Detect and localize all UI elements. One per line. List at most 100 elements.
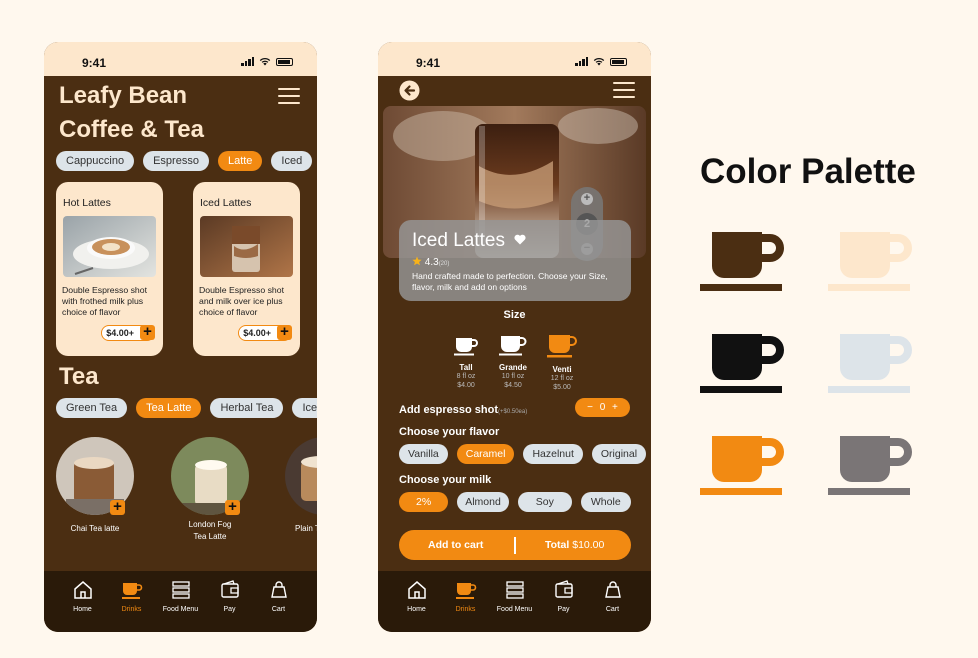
add-to-cart-button[interactable]: Add to cart Total $10.00 bbox=[399, 530, 631, 560]
flavor-hazelnut[interactable]: Hazelnut bbox=[523, 444, 583, 464]
tab-food-menu[interactable]: Food Menu bbox=[493, 579, 537, 632]
button-divider bbox=[514, 537, 516, 554]
wallet-icon bbox=[554, 580, 573, 598]
app-title-line1: Leafy Bean bbox=[59, 82, 188, 109]
add-plus-icon[interactable]: + bbox=[140, 324, 155, 340]
product-description: Hand crafted made to perfection. Choose … bbox=[412, 271, 608, 292]
chip-iced[interactable]: Iced bbox=[271, 151, 313, 171]
flavor-original[interactable]: Original bbox=[591, 444, 647, 464]
palette-swatch-black bbox=[700, 334, 784, 393]
cup-icon bbox=[547, 335, 577, 358]
tea-name: Chai Tea latte bbox=[70, 524, 120, 533]
tab-label: Drinks bbox=[121, 606, 142, 613]
phone-menu-screen: 9:41 Leafy Bean Coffee & Tea Cappuccino … bbox=[44, 42, 317, 632]
palette-swatch-cream bbox=[828, 232, 912, 291]
bag-icon bbox=[270, 581, 287, 598]
palette-swatch-gray bbox=[828, 436, 912, 495]
status-time: 9:41 bbox=[416, 56, 441, 70]
signal-icon bbox=[575, 57, 588, 66]
chip-espresso[interactable]: Espresso bbox=[143, 151, 209, 171]
total-value: $10.00 bbox=[572, 539, 605, 551]
battery-icon bbox=[276, 57, 293, 66]
menu-icon[interactable] bbox=[278, 88, 300, 105]
espresso-label-text: Add espresso shot bbox=[399, 404, 499, 416]
product-title: Iced Lattes bbox=[412, 230, 526, 252]
iced-latte-image bbox=[200, 216, 293, 277]
tab-label: Drinks bbox=[455, 606, 476, 613]
chip-iced-tea[interactable]: Iced bbox=[292, 398, 317, 418]
price-tag[interactable]: $4.00+ + bbox=[101, 324, 155, 341]
tab-cart[interactable]: Cart bbox=[591, 579, 635, 632]
espresso-stepper[interactable]: − 0 + bbox=[575, 398, 630, 417]
tab-drinks[interactable]: Drinks bbox=[444, 579, 488, 632]
plain-tea-image bbox=[285, 437, 317, 515]
size-name: Grande bbox=[498, 363, 527, 372]
app-title-line2: Coffee & Tea bbox=[59, 116, 204, 143]
heart-icon[interactable] bbox=[514, 234, 526, 245]
size-option-tall[interactable]: Tall 8 fl oz $4.00 bbox=[446, 334, 486, 390]
signal-icon bbox=[241, 57, 254, 66]
increase-icon[interactable]: + bbox=[581, 193, 593, 205]
tab-cart[interactable]: Cart bbox=[257, 579, 301, 632]
add-plus-icon[interactable]: + bbox=[110, 499, 125, 515]
card-description: Double Espresso shot with frothed milk p… bbox=[62, 285, 147, 317]
menu-icon[interactable] bbox=[613, 82, 635, 99]
add-plus-icon[interactable]: + bbox=[225, 499, 240, 515]
tab-pay[interactable]: Pay bbox=[542, 579, 586, 632]
tea-category-chips: Green Tea Tea Latte Herbal Tea Iced bbox=[56, 398, 317, 418]
bottom-tab-bar: Home Drinks Food Menu Pay Cart bbox=[378, 571, 651, 632]
product-card-hot-lattes[interactable]: Hot Lattes Double Espresso shot with fro… bbox=[56, 182, 163, 356]
tab-label: Food Menu bbox=[496, 606, 533, 613]
flavor-caramel[interactable]: Caramel bbox=[456, 444, 515, 464]
milk-whole[interactable]: Whole bbox=[580, 492, 631, 512]
coffee-category-chips: Cappuccino Espresso Latte Iced bbox=[56, 151, 313, 171]
tab-label: Cart bbox=[605, 606, 620, 613]
product-card-iced-lattes[interactable]: Iced Lattes Double Espresso shot and mil… bbox=[193, 182, 300, 356]
status-time: 9:41 bbox=[82, 56, 107, 70]
chip-herbal-tea[interactable]: Herbal Tea bbox=[210, 398, 284, 418]
chip-latte[interactable]: Latte bbox=[217, 151, 263, 171]
add-plus-icon[interactable]: + bbox=[277, 324, 292, 340]
tea-name: London Fog Tea Latte bbox=[171, 519, 249, 543]
size-option-grande[interactable]: Grande 10 fl oz $4.50 bbox=[493, 334, 533, 390]
wifi-icon bbox=[259, 58, 271, 66]
size-option-venti[interactable]: Venti 12 fl oz $5.00 bbox=[542, 334, 582, 392]
plain-tea-latte-image[interactable] bbox=[285, 437, 317, 515]
back-arrow-icon[interactable] bbox=[399, 80, 420, 101]
chip-cappuccino[interactable]: Cappuccino bbox=[56, 151, 135, 171]
product-info-panel: Iced Lattes 4.3(20) Hand crafted made to… bbox=[399, 220, 631, 301]
price-tag[interactable]: $4.00+ + bbox=[238, 324, 292, 341]
star-icon bbox=[412, 256, 422, 266]
tea-name-line1: London Fog bbox=[188, 520, 232, 529]
card-title: Iced Lattes bbox=[200, 197, 252, 209]
price-text: $4.00+ bbox=[106, 328, 134, 338]
add-to-cart-label: Add to cart bbox=[428, 539, 484, 551]
tab-home[interactable]: Home bbox=[395, 579, 439, 632]
home-icon bbox=[407, 581, 426, 599]
home-icon bbox=[73, 581, 92, 599]
chip-tea-latte[interactable]: Tea Latte bbox=[136, 398, 202, 418]
tab-drinks[interactable]: Drinks bbox=[110, 579, 154, 632]
size-heading: Size bbox=[503, 309, 526, 321]
espresso-price-note: (+$0.50ea) bbox=[498, 409, 528, 415]
bag-icon bbox=[604, 581, 621, 598]
palette-swatch-light-gray bbox=[828, 334, 912, 393]
tab-food-menu[interactable]: Food Menu bbox=[159, 579, 203, 632]
rating: 4.3(20) bbox=[412, 256, 449, 268]
milk-2-percent[interactable]: 2% bbox=[399, 492, 449, 512]
palette-swatch-orange bbox=[700, 436, 784, 495]
tea-name-line2: Tea Latte bbox=[193, 532, 227, 541]
tab-label: Home bbox=[73, 606, 92, 613]
cup-icon bbox=[499, 336, 527, 356]
food-menu-icon bbox=[505, 581, 524, 599]
milk-almond[interactable]: Almond bbox=[457, 492, 509, 512]
flavor-vanilla[interactable]: Vanilla bbox=[399, 444, 448, 464]
rating-value: 4.3 bbox=[424, 257, 439, 268]
size-name: Tall bbox=[459, 363, 473, 372]
size-oz: 8 fl oz bbox=[456, 373, 476, 380]
chip-green-tea[interactable]: Green Tea bbox=[56, 398, 128, 418]
milk-soy[interactable]: Soy bbox=[517, 492, 572, 512]
tab-pay[interactable]: Pay bbox=[208, 579, 252, 632]
tab-home[interactable]: Home bbox=[61, 579, 105, 632]
palette-swatch-dark-brown bbox=[700, 232, 784, 291]
